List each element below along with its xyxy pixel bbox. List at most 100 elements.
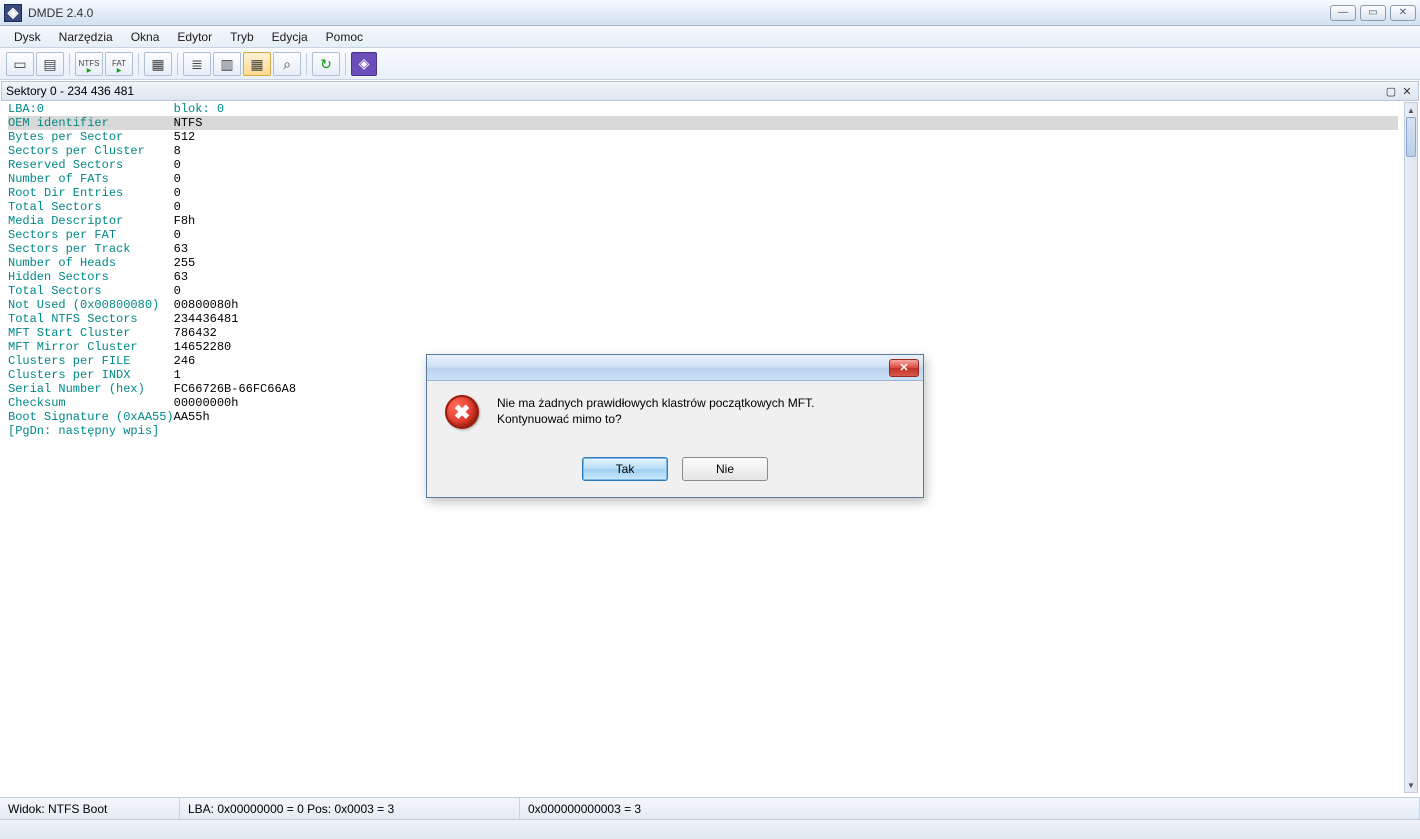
field-row[interactable]: MFT Mirror Cluster 14652280 xyxy=(8,340,1398,354)
field-value: 8 xyxy=(174,144,181,158)
dialog-titlebar: ✕ xyxy=(427,355,923,381)
dialog-close-button[interactable]: ✕ xyxy=(889,359,919,377)
dialog-no-button[interactable]: Nie xyxy=(682,457,768,481)
dialog-yes-button[interactable]: Tak xyxy=(582,457,668,481)
field-label: Total NTFS Sectors xyxy=(8,312,174,326)
field-value: 0 xyxy=(174,186,181,200)
menu-edycja[interactable]: Edycja xyxy=(264,28,316,46)
tool-fat-button[interactable]: FAT ▶ xyxy=(105,52,133,76)
field-label: Serial Number (hex) xyxy=(8,382,174,396)
menubar: Dysk Narzędzia Okna Edytor Tryb Edycja P… xyxy=(0,26,1420,48)
minimize-button[interactable]: — xyxy=(1330,5,1356,21)
field-row[interactable]: Hidden Sectors 63 xyxy=(8,270,1398,284)
field-row[interactable]: Root Dir Entries 0 xyxy=(8,186,1398,200)
field-label: Clusters per INDX xyxy=(8,368,174,382)
field-value: 234436481 xyxy=(174,312,239,326)
field-label: Media Descriptor xyxy=(8,214,174,228)
field-label: Checksum xyxy=(8,396,174,410)
scroll-up-icon[interactable]: ▲ xyxy=(1405,103,1417,117)
panel-close-button[interactable]: ✕ xyxy=(1400,84,1414,98)
field-value: 63 xyxy=(174,270,188,284)
field-row[interactable]: Sectors per FAT 0 xyxy=(8,228,1398,242)
header-line: LBA:0 blok: 0 xyxy=(8,102,1398,116)
field-row[interactable]: Media Descriptor F8h xyxy=(8,214,1398,228)
field-value: 246 xyxy=(174,354,196,368)
field-row[interactable]: OEM identifier NTFS xyxy=(8,116,1398,130)
field-value: 00800080h xyxy=(174,298,239,312)
tool-disk-icon[interactable]: ▤ xyxy=(36,52,64,76)
field-row[interactable]: Number of FATs 0 xyxy=(8,172,1398,186)
field-value: 00000000h xyxy=(174,396,239,410)
titlebar: ◈ DMDE 2.4.0 — ▭ ✕ xyxy=(0,0,1420,26)
tool-search-icon[interactable]: ⌕ xyxy=(273,52,301,76)
field-label: Bytes per Sector xyxy=(8,130,174,144)
dialog-message: Nie ma żadnych prawidłowych klastrów poc… xyxy=(497,395,814,427)
field-value: 63 xyxy=(174,242,188,256)
field-value: 255 xyxy=(174,256,196,270)
play-icon: ▶ xyxy=(87,68,92,74)
field-label: Number of FATs xyxy=(8,172,174,186)
menu-tryb[interactable]: Tryb xyxy=(222,28,262,46)
field-value: F8h xyxy=(174,214,196,228)
field-value: 0 xyxy=(174,228,181,242)
sector-header: Sektory 0 - 234 436 481 ▢ ✕ xyxy=(1,81,1419,101)
footer-hint: [PgDn: następny wpis] xyxy=(8,424,159,438)
field-row[interactable]: Not Used (0x00800080) 00800080h xyxy=(8,298,1398,312)
toolbar-separator xyxy=(345,53,346,75)
play-icon: ▶ xyxy=(117,68,122,74)
field-value: 14652280 xyxy=(174,340,232,354)
toolbar-separator xyxy=(138,53,139,75)
tool-purple-icon[interactable]: ◈ xyxy=(351,52,377,76)
toolbar-separator xyxy=(306,53,307,75)
field-label: Total Sectors xyxy=(8,200,174,214)
statusbar: Widok: NTFS Boot LBA: 0x00000000 = 0 Pos… xyxy=(0,797,1420,819)
field-label: Total Sectors xyxy=(8,284,174,298)
menu-edytor[interactable]: Edytor xyxy=(169,28,220,46)
status-lba: LBA: 0x00000000 = 0 Pos: 0x0003 = 3 xyxy=(180,798,520,819)
scroll-thumb[interactable] xyxy=(1406,117,1416,157)
field-row[interactable]: Bytes per Sector 512 xyxy=(8,130,1398,144)
field-value: 0 xyxy=(174,172,181,186)
menu-dysk[interactable]: Dysk xyxy=(6,28,49,46)
status-offset: 0x000000000003 = 3 xyxy=(520,798,1420,819)
field-row[interactable]: Sectors per Cluster 8 xyxy=(8,144,1398,158)
dialog-message-line2: Kontynuować mimo to? xyxy=(497,411,814,427)
resize-grip-area xyxy=(0,819,1420,839)
confirm-dialog: ✕ ✖ Nie ma żadnych prawidłowych klastrów… xyxy=(426,354,924,498)
fat-label: FAT xyxy=(112,60,126,68)
field-row[interactable]: MFT Start Cluster 786432 xyxy=(8,326,1398,340)
field-row[interactable]: Total Sectors 0 xyxy=(8,284,1398,298)
field-value: 512 xyxy=(174,130,196,144)
menu-okna[interactable]: Okna xyxy=(123,28,168,46)
field-value: FC66726B-66FC66A8 xyxy=(174,382,296,396)
field-value: 0 xyxy=(174,284,181,298)
tool-drive-icon[interactable]: ▭ xyxy=(6,52,34,76)
panel-maximize-button[interactable]: ▢ xyxy=(1384,84,1398,98)
field-label: Not Used (0x00800080) xyxy=(8,298,174,312)
tool-ntfs-button[interactable]: NTFS ▶ xyxy=(75,52,103,76)
maximize-button[interactable]: ▭ xyxy=(1360,5,1386,21)
toolbar-separator xyxy=(177,53,178,75)
field-value: 0 xyxy=(174,200,181,214)
tool-list2-icon[interactable]: ▥ xyxy=(213,52,241,76)
menu-pomoc[interactable]: Pomoc xyxy=(318,28,371,46)
field-label: MFT Start Cluster xyxy=(8,326,174,340)
field-value: NTFS xyxy=(174,116,203,130)
tool-action-icon[interactable]: ↻ xyxy=(312,52,340,76)
field-row[interactable]: Total NTFS Sectors 234436481 xyxy=(8,312,1398,326)
scroll-down-icon[interactable]: ▼ xyxy=(1405,778,1417,792)
field-row[interactable]: Number of Heads 255 xyxy=(8,256,1398,270)
tool-grid1-icon[interactable]: ▦ xyxy=(144,52,172,76)
field-row[interactable]: Sectors per Track 63 xyxy=(8,242,1398,256)
field-label: Hidden Sectors xyxy=(8,270,174,284)
close-button[interactable]: ✕ xyxy=(1390,5,1416,21)
tool-list1-icon[interactable]: ≣ xyxy=(183,52,211,76)
field-row[interactable]: Total Sectors 0 xyxy=(8,200,1398,214)
field-row[interactable]: Reserved Sectors 0 xyxy=(8,158,1398,172)
tool-view-active-icon[interactable]: ▦ xyxy=(243,52,271,76)
field-value: 1 xyxy=(174,368,181,382)
toolbar: ▭ ▤ NTFS ▶ FAT ▶ ▦ ≣ ▥ ▦ ⌕ ↻ ◈ xyxy=(0,48,1420,80)
menu-narzedzia[interactable]: Narzędzia xyxy=(51,28,121,46)
vertical-scrollbar[interactable]: ▲ ▼ xyxy=(1404,102,1418,793)
toolbar-separator xyxy=(69,53,70,75)
